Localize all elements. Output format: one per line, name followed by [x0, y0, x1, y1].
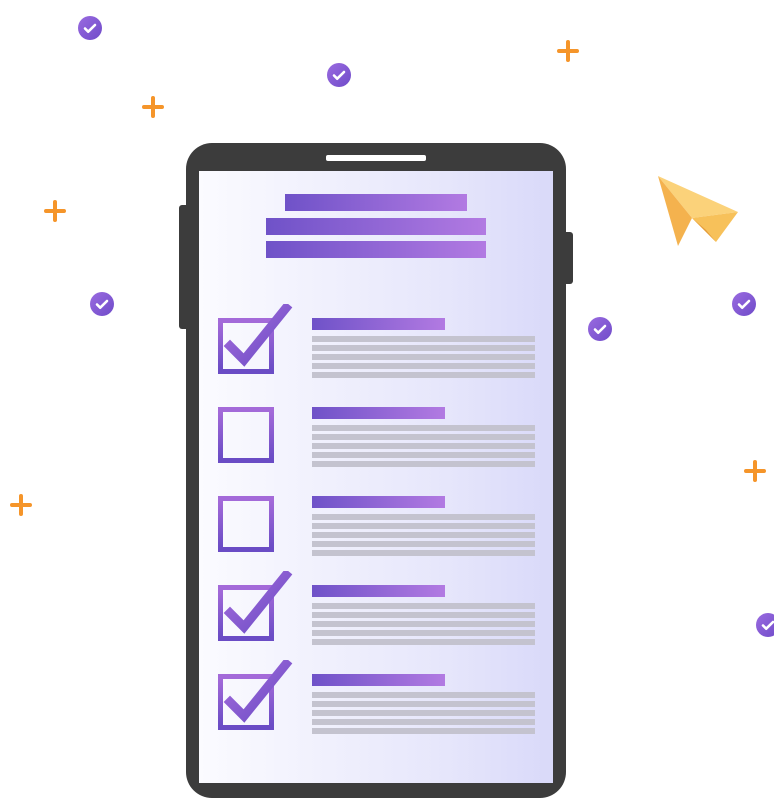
item-text-line-placeholder: [312, 345, 535, 351]
checklist-row: [199, 660, 553, 754]
checklist-row: [199, 407, 553, 487]
item-title-placeholder: [312, 585, 445, 597]
check-mark-icon: [223, 571, 293, 634]
item-text-line-placeholder: [312, 728, 535, 734]
item-text-line-placeholder: [312, 541, 535, 547]
item-text-line-placeholder: [312, 612, 535, 618]
plus-icon: [744, 460, 766, 482]
plus-icon: [142, 96, 164, 118]
item-text-line-placeholder: [312, 639, 535, 645]
item-text-line-placeholder: [312, 550, 535, 556]
phone-screen: [199, 171, 553, 783]
check-circle-icon: [90, 292, 114, 316]
item-title-placeholder: [312, 318, 445, 330]
item-text-line-placeholder: [312, 523, 535, 529]
checkbox-unchecked: [218, 407, 274, 463]
item-text-line-placeholder: [312, 434, 535, 440]
plus-icon: [44, 200, 66, 222]
item-text-line-placeholder: [312, 701, 535, 707]
item-text-line-placeholder: [312, 452, 535, 458]
check-circle-icon: [732, 292, 756, 316]
item-text-line-placeholder: [312, 354, 535, 360]
item-text-line-placeholder: [312, 621, 535, 627]
checklist-row: [199, 571, 553, 665]
item-title-placeholder: [312, 407, 445, 419]
item-title-placeholder: [312, 674, 445, 686]
item-text-line-placeholder: [312, 719, 535, 725]
item-text-line-placeholder: [312, 603, 535, 609]
plus-icon: [557, 40, 579, 62]
item-text-line-placeholder: [312, 692, 535, 698]
header-placeholder-bar: [266, 218, 486, 235]
item-text-line-placeholder: [312, 630, 535, 636]
check-mark-icon: [223, 304, 293, 367]
item-text-line-placeholder: [312, 336, 535, 342]
checklist-row: [199, 496, 553, 576]
check-circle-icon: [756, 613, 774, 637]
check-circle-icon: [588, 317, 612, 341]
check-circle-icon: [78, 16, 102, 40]
check-circle-icon: [327, 63, 351, 87]
paper-plane-icon: [658, 176, 738, 246]
item-title-placeholder: [312, 496, 445, 508]
item-text-line-placeholder: [312, 372, 535, 378]
item-text-line-placeholder: [312, 514, 535, 520]
checkbox-unchecked: [218, 496, 274, 552]
item-text-line-placeholder: [312, 443, 535, 449]
item-text-line-placeholder: [312, 532, 535, 538]
plus-icon: [10, 494, 32, 516]
item-text-line-placeholder: [312, 461, 535, 467]
header-placeholder-bar: [285, 194, 467, 211]
item-text-line-placeholder: [312, 363, 535, 369]
check-mark-icon: [223, 660, 293, 723]
phone-speaker: [326, 155, 426, 161]
header-placeholder-bar: [266, 241, 486, 258]
checklist-row: [199, 304, 553, 398]
item-text-line-placeholder: [312, 710, 535, 716]
smartphone: [186, 143, 566, 798]
item-text-line-placeholder: [312, 425, 535, 431]
